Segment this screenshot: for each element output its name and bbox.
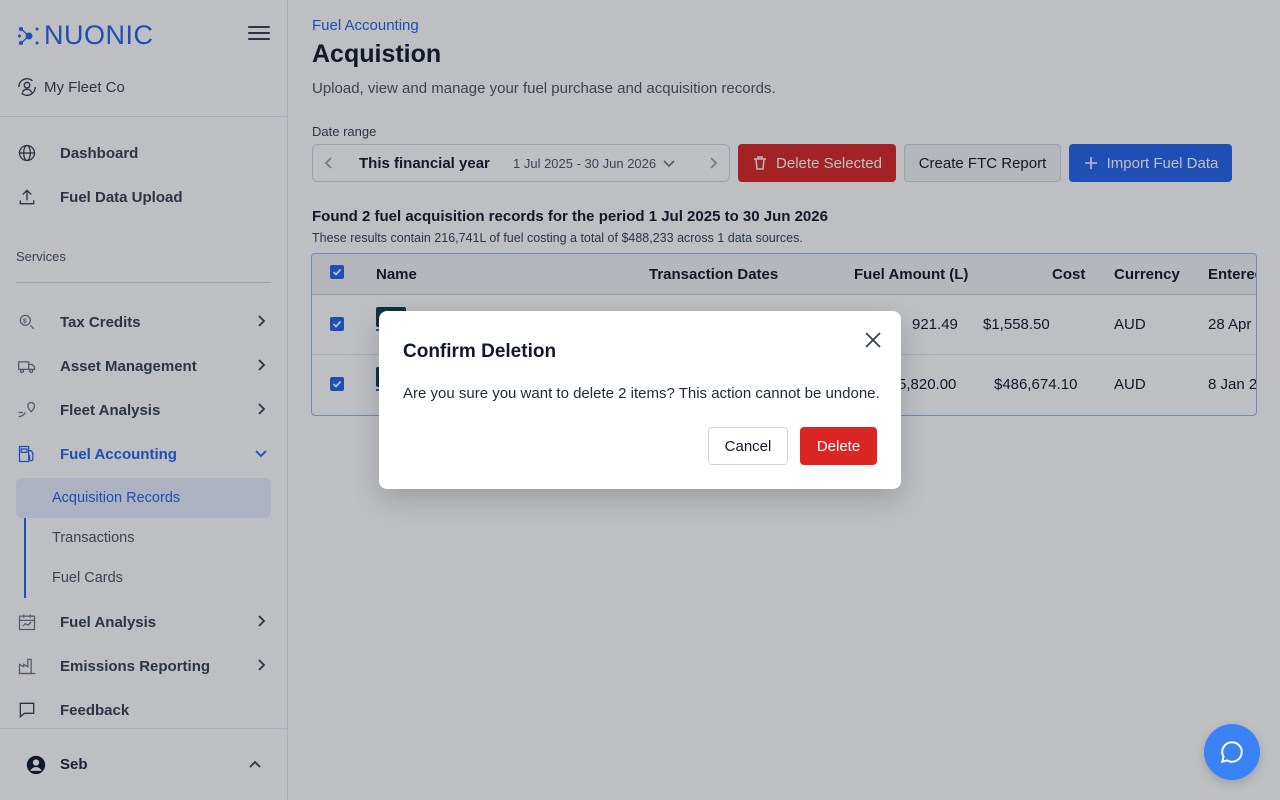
close-icon[interactable] — [863, 330, 883, 350]
chat-bubble-icon — [1220, 741, 1243, 764]
dialog-message: Are you sure you want to delete 2 items?… — [403, 385, 880, 402]
cancel-button[interactable]: Cancel — [708, 427, 788, 465]
chat-support-button[interactable] — [1204, 724, 1260, 780]
delete-button[interactable]: Delete — [800, 427, 877, 465]
dialog-title: Confirm Deletion — [403, 341, 557, 362]
confirm-deletion-dialog: Confirm Deletion Are you sure you want t… — [379, 311, 901, 489]
